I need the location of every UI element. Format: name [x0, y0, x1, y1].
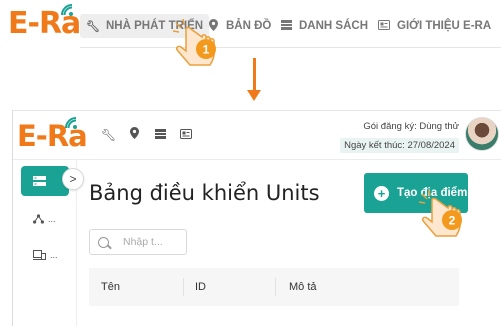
header-divider	[13, 159, 501, 160]
nav-item-about[interactable]: GIỚI THIỆU E-RA	[377, 14, 491, 38]
nav-item-list[interactable]: DANH SÁCH	[279, 14, 368, 38]
devices-icon	[33, 249, 46, 260]
search-input[interactable]: Nhập t...	[89, 229, 187, 255]
column-header-id[interactable]: ID	[195, 281, 206, 293]
sidebar-item-devices[interactable]: ...	[21, 240, 69, 270]
hand-pointer-icon: 2	[418, 189, 462, 237]
list-icon[interactable]	[153, 128, 167, 142]
wifi-signal-icon	[61, 4, 73, 16]
subscription-expiry: Ngày kết thúc: 27/08/2024	[340, 138, 459, 153]
era-logo[interactable]: E-Ra	[17, 117, 88, 153]
down-arrow-icon	[253, 58, 256, 92]
sidebar-item-network[interactable]: ...	[21, 204, 69, 234]
step-badge-2: 2	[449, 214, 456, 228]
down-arrow-head	[247, 90, 261, 101]
column-divider	[183, 278, 184, 296]
search-icon	[98, 236, 109, 248]
chevron-right-icon: >	[69, 172, 77, 186]
list-icon	[279, 19, 293, 33]
plus-icon: +	[374, 185, 389, 201]
info-card-icon[interactable]	[179, 128, 193, 142]
wrench-icon: 🔧︎	[86, 20, 100, 33]
page-title: Bảng điều khiển Units	[89, 181, 320, 205]
network-icon	[33, 214, 44, 224]
avatar[interactable]	[465, 117, 499, 151]
wifi-signal-icon	[65, 117, 77, 129]
hand-pointer-icon: 1	[172, 18, 216, 66]
column-divider	[275, 278, 276, 296]
info-card-icon	[377, 19, 391, 33]
wrench-icon[interactable]: 🔧︎	[101, 128, 116, 142]
subscription-plan: Gói đăng ký: Dùng thử	[363, 121, 459, 132]
top-nav: E-Ra 🔧︎ NHÀ PHÁT TRIỂN BẢN ĐỒ DANH SÁCH …	[0, 0, 501, 50]
sidebar-collapse-button[interactable]: >	[62, 168, 84, 190]
column-header-description[interactable]: Mô tả	[289, 281, 317, 293]
nav-divider	[80, 47, 501, 48]
era-logo[interactable]: E-Ra	[8, 4, 81, 41]
map-pin-icon[interactable]	[127, 127, 141, 142]
dashboard-icon	[33, 175, 46, 186]
step-badge-1: 1	[203, 43, 210, 57]
header-icon-bar: 🔧︎	[101, 127, 193, 142]
table-header: Tên ID Mô tả	[89, 268, 459, 306]
column-header-name[interactable]: Tên	[101, 281, 120, 293]
